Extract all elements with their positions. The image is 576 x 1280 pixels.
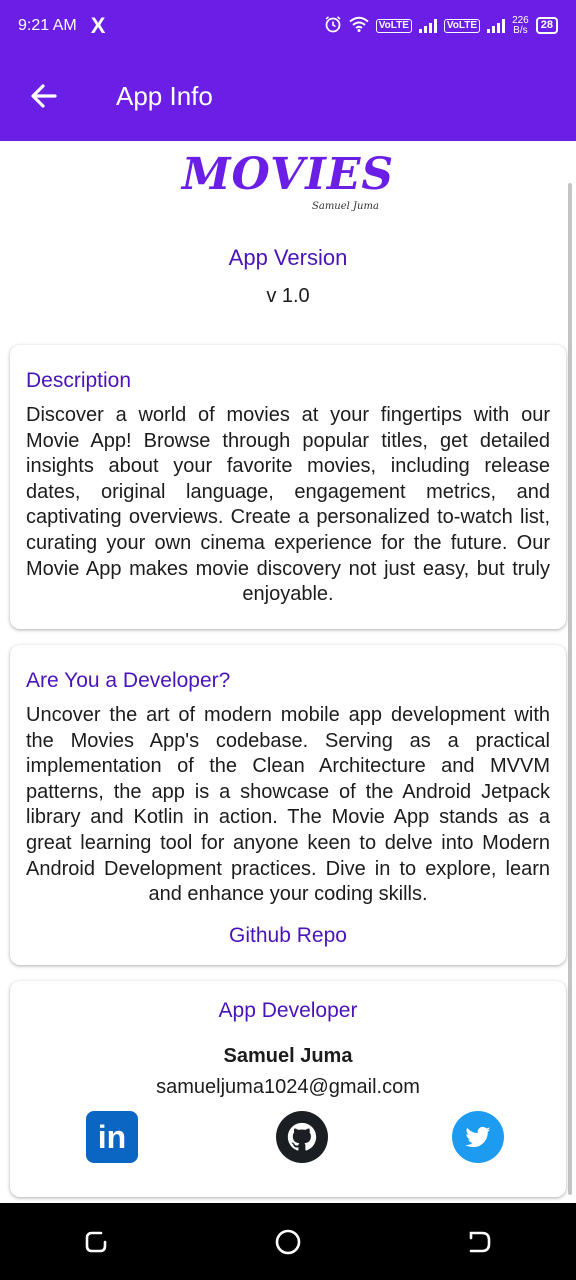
arrow-left-icon <box>31 84 57 108</box>
wifi-icon <box>349 16 369 35</box>
developer-title: Are You a Developer? <box>26 669 231 692</box>
description-card: Description Discover a world of movies a… <box>10 345 566 629</box>
twitter-bird-glyph <box>465 1126 491 1148</box>
status-time: 9:21 AM <box>18 16 77 34</box>
logo-text: MOVIES <box>181 149 395 200</box>
developer-body: Uncover the art of modern mobile app dev… <box>26 704 550 906</box>
author-email[interactable]: samueljuma1024@gmail.com <box>26 1076 550 1099</box>
alarm-icon <box>324 15 342 36</box>
linkedin-icon[interactable]: in <box>86 1111 138 1163</box>
social-links: in <box>10 1111 566 1165</box>
system-nav-bar <box>0 1203 576 1280</box>
linkedin-glyph: in <box>97 1118 127 1155</box>
volte-badge-2: VoLTE <box>443 18 481 33</box>
signal-icon <box>418 18 437 33</box>
scrollbar[interactable] <box>568 183 572 1195</box>
home-icon <box>275 1229 301 1254</box>
author-title: App Developer <box>218 999 358 1022</box>
recents-icon <box>85 1231 107 1252</box>
status-bar: 9:21 AM X VoLTE VoLTE 226 B/s 28 <box>0 0 576 51</box>
description-title: Description <box>26 369 132 392</box>
home-button[interactable] <box>258 1212 318 1272</box>
github-icon[interactable] <box>276 1111 328 1163</box>
author-card: App Developer Samuel Juma samueljuma1024… <box>10 981 566 1197</box>
description-body: Discover a world of movies at your finge… <box>26 404 550 606</box>
app-logo: MOVIES Samuel Juma <box>0 149 576 221</box>
version-label: App Version <box>228 245 348 270</box>
back-nav-icon <box>469 1231 491 1252</box>
volte-badge-1: VoLTE <box>375 18 412 33</box>
twitter-icon[interactable] <box>452 1111 504 1163</box>
version-value: v 1.0 <box>266 285 310 307</box>
app-bar: App Info <box>0 51 576 141</box>
back-nav-button[interactable] <box>450 1212 510 1272</box>
network-speed-unit: B/s <box>513 24 528 36</box>
content-scroll[interactable]: MOVIES Samuel Juma App Version v 1.0 Des… <box>0 141 576 1203</box>
battery-icon: 28 <box>535 17 558 34</box>
recents-button[interactable] <box>66 1212 126 1272</box>
github-repo-link[interactable]: Github Repo <box>26 924 550 948</box>
back-button[interactable] <box>14 66 74 126</box>
page-title: App Info <box>116 80 213 111</box>
signal-icon-2 <box>487 18 506 33</box>
developer-card: Are You a Developer? Uncover the art of … <box>10 645 566 965</box>
network-speed-value: 226 <box>512 14 529 26</box>
github-octocat-glyph <box>287 1122 317 1151</box>
x-app-icon: X <box>90 12 106 38</box>
logo-signature: Samuel Juma <box>312 201 379 212</box>
author-name: Samuel Juma <box>223 1045 353 1067</box>
network-speed: 226 B/s <box>512 14 529 36</box>
